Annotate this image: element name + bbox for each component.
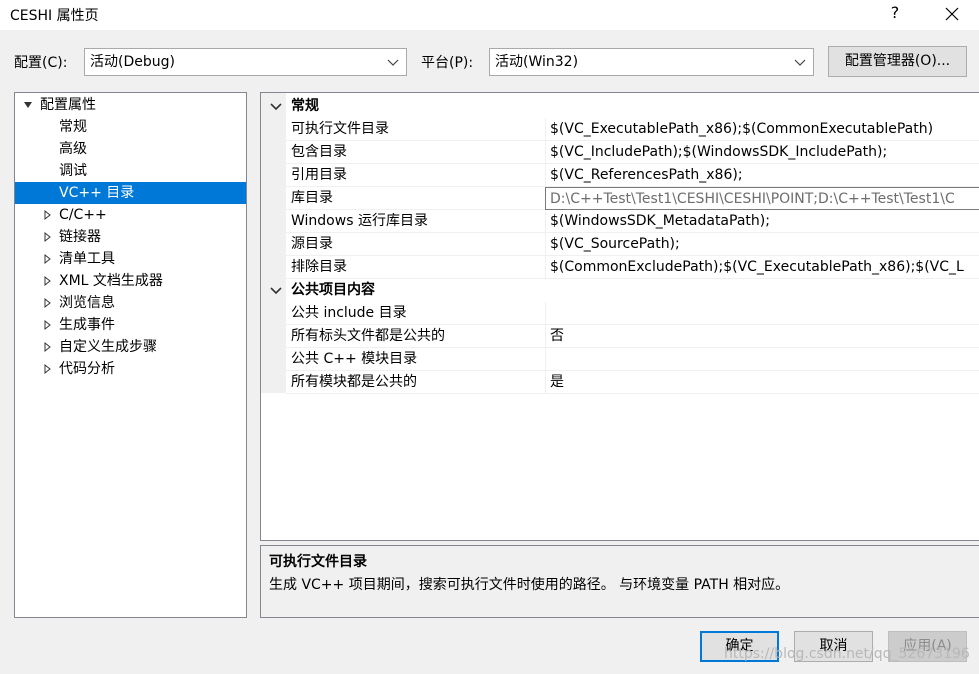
property-name[interactable]: 可执行文件目录 <box>286 118 545 141</box>
tree-item-general[interactable]: 常规 <box>15 116 246 138</box>
close-button[interactable] <box>935 2 969 26</box>
property-row[interactable]: 所有标头文件都是公共的 否 <box>261 325 979 348</box>
property-tree: 配置属性 常规 高级 调试 VC++ 目录 C/C++ 链接器 清单工具 XML… <box>14 92 247 618</box>
property-row[interactable]: 包含目录 $(VC_IncludePath);$(WindowsSDK_Incl… <box>261 141 979 164</box>
property-row[interactable]: 源目录 $(VC_SourcePath); <box>261 233 979 256</box>
collapsed-triangle-icon[interactable] <box>42 270 54 292</box>
tree-item-config-properties[interactable]: 配置属性 <box>15 94 246 116</box>
tree-item-manifest-tool[interactable]: 清单工具 <box>15 248 246 270</box>
property-grid: 常规 可执行文件目录 $(VC_ExecutablePath_x86);$(Co… <box>260 92 979 541</box>
expanded-chevron-icon[interactable] <box>269 95 283 118</box>
collapsed-triangle-icon[interactable] <box>42 226 54 248</box>
config-select[interactable]: 活动(Debug) <box>84 48 407 76</box>
close-icon <box>945 7 959 21</box>
collapsed-triangle-icon[interactable] <box>42 336 54 358</box>
tree-item-xml-doc-generator[interactable]: XML 文档生成器 <box>15 270 246 292</box>
collapsed-triangle-icon[interactable] <box>42 358 54 380</box>
tree-item-c-cpp[interactable]: C/C++ <box>15 204 246 226</box>
collapsed-triangle-icon[interactable] <box>42 314 54 336</box>
property-row[interactable]: 引用目录 $(VC_ReferencesPath_x86); <box>261 164 979 187</box>
property-value[interactable]: $(VC_IncludePath);$(WindowsSDK_IncludePa… <box>545 141 979 164</box>
property-value[interactable] <box>545 348 979 371</box>
collapsed-triangle-icon[interactable] <box>42 248 54 270</box>
tree-item-linker[interactable]: 链接器 <box>15 226 246 248</box>
property-value[interactable] <box>545 302 979 325</box>
expanded-triangle-icon[interactable] <box>22 94 34 116</box>
chevron-down-icon <box>386 49 400 75</box>
property-value[interactable]: $(VC_ReferencesPath_x86); <box>545 164 979 187</box>
help-button[interactable]: ? <box>880 2 910 26</box>
tree-item-browse-information[interactable]: 浏览信息 <box>15 292 246 314</box>
property-row[interactable]: 所有模块都是公共的 是 <box>261 371 979 394</box>
property-value[interactable]: $(VC_SourcePath); <box>545 233 979 256</box>
tree-item-vc-directories[interactable]: VC++ 目录 <box>15 182 246 204</box>
category-general[interactable]: 常规 <box>261 95 979 118</box>
window-title: CESHI 属性页 <box>10 8 99 24</box>
platform-label: 平台(P): <box>421 55 474 71</box>
property-name[interactable]: 库目录 <box>286 187 545 210</box>
platform-select-value: 活动(Win32) <box>495 54 579 70</box>
tree-item-custom-build-step[interactable]: 自定义生成步骤 <box>15 336 246 358</box>
property-name[interactable]: 公共 C++ 模块目录 <box>286 348 545 371</box>
category-public-project-content[interactable]: 公共项目内容 <box>261 279 979 302</box>
property-name[interactable]: 排除目录 <box>286 256 545 279</box>
watermark: https://blog.csdn.net/qq_52673196 <box>724 646 970 662</box>
property-value[interactable]: $(VC_ExecutablePath_x86);$(CommonExecuta… <box>545 118 979 141</box>
config-label: 配置(C): <box>14 55 68 71</box>
property-name[interactable]: 引用目录 <box>286 164 545 187</box>
property-row[interactable]: 可执行文件目录 $(VC_ExecutablePath_x86);$(Commo… <box>261 118 979 141</box>
configuration-manager-button[interactable]: 配置管理器(O)... <box>828 46 967 77</box>
property-row[interactable]: 库目录 D:\C++Test\Test1\CESHI\CESHI\POINT;D… <box>261 187 979 210</box>
property-name[interactable]: 所有标头文件都是公共的 <box>286 325 545 348</box>
config-select-value: 活动(Debug) <box>90 54 175 70</box>
description-text: 生成 VC++ 项目期间，搜索可执行文件时使用的路径。 与环境变量 PATH 相… <box>269 577 790 593</box>
property-row[interactable]: 排除目录 $(CommonExcludePath);$(VC_Executabl… <box>261 256 979 279</box>
property-value[interactable]: $(WindowsSDK_MetadataPath); <box>545 210 979 233</box>
property-name[interactable]: 公共 include 目录 <box>286 302 545 325</box>
tree-item-advanced[interactable]: 高级 <box>15 138 246 160</box>
property-row[interactable]: Windows 运行库目录 $(WindowsSDK_MetadataPath)… <box>261 210 979 233</box>
tree-item-debugging[interactable]: 调试 <box>15 160 246 182</box>
title-bar <box>0 0 979 30</box>
property-row[interactable]: 公共 C++ 模块目录 <box>261 348 979 371</box>
collapsed-triangle-icon[interactable] <box>42 292 54 314</box>
property-name[interactable]: 包含目录 <box>286 141 545 164</box>
property-name[interactable]: Windows 运行库目录 <box>286 210 545 233</box>
chevron-down-icon <box>793 49 807 75</box>
property-value[interactable]: 是 <box>545 371 979 394</box>
tree-item-build-events[interactable]: 生成事件 <box>15 314 246 336</box>
expanded-chevron-icon[interactable] <box>269 279 283 302</box>
platform-select[interactable]: 活动(Win32) <box>489 48 814 76</box>
property-value[interactable]: 否 <box>545 325 979 348</box>
property-name[interactable]: 所有模块都是公共的 <box>286 371 545 394</box>
property-value[interactable]: $(CommonExcludePath);$(VC_ExecutablePath… <box>545 256 979 279</box>
library-directories-edit-field[interactable]: D:\C++Test\Test1\CESHI\CESHI\POINT;D:\C+… <box>545 187 979 210</box>
description-panel: 可执行文件目录 生成 VC++ 项目期间，搜索可执行文件时使用的路径。 与环境变… <box>260 545 979 618</box>
property-row[interactable]: 公共 include 目录 <box>261 302 979 325</box>
description-title: 可执行文件目录 <box>269 554 367 570</box>
collapsed-triangle-icon[interactable] <box>42 204 54 226</box>
property-name[interactable]: 源目录 <box>286 233 545 256</box>
tree-item-code-analysis[interactable]: 代码分析 <box>15 358 246 380</box>
